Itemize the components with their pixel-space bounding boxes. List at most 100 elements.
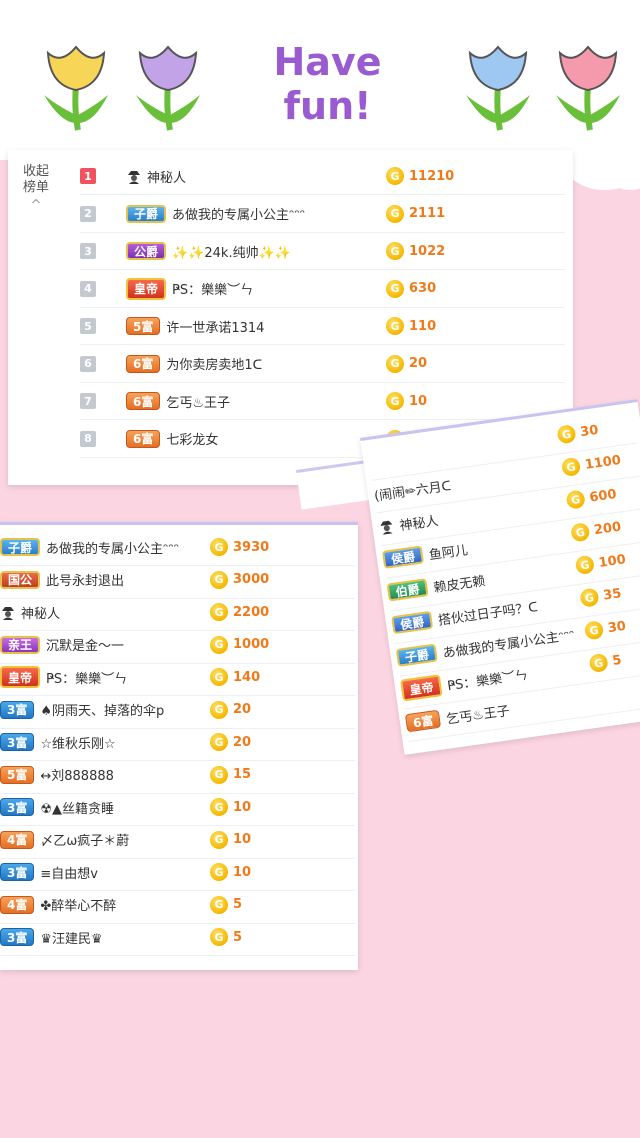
user-cell: 3富 ♛汪建民♛ bbox=[0, 928, 210, 947]
rank-number: 8 bbox=[80, 430, 96, 447]
level-badge: 6富 bbox=[126, 354, 161, 373]
user-cell: 3富 ☆维秋乐刚☆ bbox=[0, 733, 210, 752]
level-badge: 子爵 bbox=[126, 204, 167, 223]
contribution-value: 100 bbox=[597, 551, 627, 571]
contribution-value: 30 bbox=[579, 422, 600, 440]
contribution-value: 10 bbox=[233, 832, 252, 847]
title-line-2: fun! bbox=[283, 84, 372, 128]
contribution-value: 200 bbox=[593, 519, 623, 538]
user-cell: 子爵 あ做我的专属小公主ᵔᵔᵔ bbox=[126, 204, 386, 223]
coin-icon: G bbox=[386, 204, 404, 223]
level-badge: 子爵 bbox=[395, 643, 438, 667]
user-cell: 5富 许一世承诺1314 bbox=[126, 317, 386, 336]
level-badge: 6富 bbox=[126, 392, 161, 410]
ranking-row[interactable]: 3富 ☆维秋乐刚☆ G 20 bbox=[0, 724, 355, 761]
level-badge: 伯爵 bbox=[386, 578, 429, 602]
level-badge: 皇帝 bbox=[126, 277, 167, 300]
user-cell: 皇帝 ҎS：樂樂︶ㄣ bbox=[0, 666, 210, 688]
ranking-row[interactable]: 4 皇帝 ҎS：樂樂︶ㄣ G 630 bbox=[80, 271, 565, 308]
user-cell: 皇帝 ҎS：樂樂︶ㄣ bbox=[126, 277, 386, 300]
coin-icon: G bbox=[565, 489, 586, 510]
username: 神秘人 bbox=[147, 170, 187, 186]
contribution-value: 10 bbox=[233, 864, 252, 880]
level-badge: 5富 bbox=[126, 317, 161, 335]
coin-icon: G bbox=[210, 700, 228, 719]
user-cell: 6富 为你卖房卖地1ᑕ bbox=[126, 354, 386, 373]
username: 赖皮无赖 bbox=[432, 573, 487, 596]
ranking-row[interactable]: 5 5富 许一世承诺1314 G 110 bbox=[80, 308, 565, 345]
title-line-1: Have bbox=[273, 40, 382, 84]
ranking-panel-left: 子爵 あ做我的专属小公主ᵔᵔᵔ G 3930 国公 此号永封退出 G 3000 神秘人 G 2200… bbox=[0, 522, 358, 970]
contribution-value: 140 bbox=[233, 669, 261, 685]
ranking-row[interactable]: 2 子爵 あ做我的专属小公主ᵔᵔᵔ G 2111 bbox=[80, 196, 565, 233]
level-badge: 3富 bbox=[0, 928, 35, 946]
ranking-row[interactable]: 1 神秘人 G 11210 bbox=[80, 158, 565, 195]
contribution-value: 10 bbox=[233, 799, 252, 815]
ranking-row[interactable]: 3富 ♛汪建民♛ G 5 bbox=[0, 919, 355, 956]
page-title: Have fun! bbox=[255, 40, 400, 128]
ranking-row[interactable]: 神秘人 G 2200 bbox=[0, 594, 355, 631]
contribution-value: 20 bbox=[233, 702, 252, 717]
ranking-row[interactable]: 4富 ✤醉举心不醉 G 5 bbox=[0, 887, 355, 924]
username: 为你卖房卖地1ᑕ bbox=[166, 358, 263, 373]
contribution-value: 2111 bbox=[409, 206, 446, 221]
level-badge: 子爵 bbox=[0, 538, 41, 556]
level-badge: 6富 bbox=[404, 709, 442, 733]
user-cell: 公爵 ✨✨24k.纯帅✨✨ bbox=[126, 242, 386, 261]
rank-number: 1 bbox=[80, 168, 96, 184]
username: 沉默是金～一 bbox=[46, 639, 125, 654]
coin-icon: G bbox=[210, 765, 228, 784]
user-cell: 神秘人 bbox=[126, 167, 386, 186]
mystery-user-icon bbox=[126, 168, 142, 184]
level-badge: 国公 bbox=[0, 570, 41, 589]
username: ҎS：樂樂︶ㄣ bbox=[172, 283, 254, 298]
coin-icon: G bbox=[210, 603, 228, 621]
contribution-value: 1000 bbox=[233, 637, 270, 652]
blue-tulip-icon bbox=[466, 45, 530, 131]
level-badge: 3富 bbox=[0, 700, 35, 719]
collapse-ranking-button[interactable]: 收起 榜单 ^ bbox=[20, 164, 52, 214]
level-badge: 皇帝 bbox=[400, 674, 443, 702]
coin-icon: G bbox=[210, 668, 228, 686]
ranking-row[interactable]: 4富 〆乙ω疯子＊蔚 G 10 bbox=[0, 822, 355, 859]
contribution-value: 110 bbox=[409, 318, 437, 334]
ranking-row[interactable]: 6 6富 为你卖房卖地1ᑕ G 20 bbox=[80, 346, 565, 383]
contribution-value: 35 bbox=[602, 585, 623, 604]
contribution-value: 1100 bbox=[583, 452, 622, 473]
coin-icon: G bbox=[386, 242, 404, 260]
coin-icon: G bbox=[386, 167, 404, 185]
username: 神秘人 bbox=[398, 513, 440, 534]
rank-number: 5 bbox=[80, 318, 96, 334]
ranking-row[interactable]: 3富 ☢▲丝籍贪睡 G 10 bbox=[0, 789, 355, 826]
contribution-value: 15 bbox=[233, 767, 252, 782]
ranking-row[interactable]: 国公 此号永封退出 G 3000 bbox=[0, 562, 355, 599]
user-cell: 国公 此号永封退出 bbox=[0, 570, 210, 589]
user-cell: 6富 乞丐♨王子 bbox=[126, 392, 386, 411]
ranking-row[interactable]: 7 6富 乞丐♨王子 G 10 bbox=[80, 383, 565, 420]
ranking-row[interactable]: 皇帝 ҎS：樂樂︶ㄣ G 140 bbox=[0, 659, 355, 696]
username: ☆维秋乐刚☆ bbox=[40, 736, 116, 752]
username: 〆乙ω疯子＊蔚 bbox=[40, 834, 130, 849]
coin-icon: G bbox=[210, 798, 228, 816]
user-cell: 5富 ↔刘888888 bbox=[0, 765, 210, 784]
username: 此号永封退出 bbox=[46, 574, 125, 589]
coin-icon: G bbox=[556, 424, 577, 445]
ranking-row[interactable]: 5富 ↔刘888888 G 15 bbox=[0, 757, 355, 794]
ranking-row[interactable]: 亲王 沉默是金～一 G 1000 bbox=[0, 627, 355, 664]
collapse-label: 收起 bbox=[22, 164, 49, 179]
username: ↔刘888888 bbox=[40, 769, 114, 784]
ranking-row[interactable]: 3富 ♠阴雨天、掉落的伞p G 20 bbox=[0, 692, 355, 729]
coin-icon: G bbox=[583, 620, 605, 641]
user-cell: 3富 ≡自由想v bbox=[0, 863, 210, 882]
coin-icon: G bbox=[210, 733, 228, 751]
ranking-row[interactable]: 3 公爵 ✨✨24k.纯帅✨✨ G 1022 bbox=[80, 233, 565, 270]
contribution-value: 5 bbox=[233, 897, 243, 912]
level-badge: 3富 bbox=[0, 863, 35, 881]
ranking-row[interactable]: 子爵 あ做我的专属小公主ᵔᵔᵔ G 3930 bbox=[0, 529, 355, 566]
coin-icon: G bbox=[210, 928, 228, 946]
collapse-label: 榜单 bbox=[22, 180, 49, 195]
rank-number: 6 bbox=[80, 355, 96, 372]
ranking-row[interactable]: 3富 ≡自由想v G 10 bbox=[0, 854, 355, 891]
coin-icon: G bbox=[386, 392, 404, 410]
username: ҎS：樂樂︶ㄣ bbox=[46, 671, 128, 687]
